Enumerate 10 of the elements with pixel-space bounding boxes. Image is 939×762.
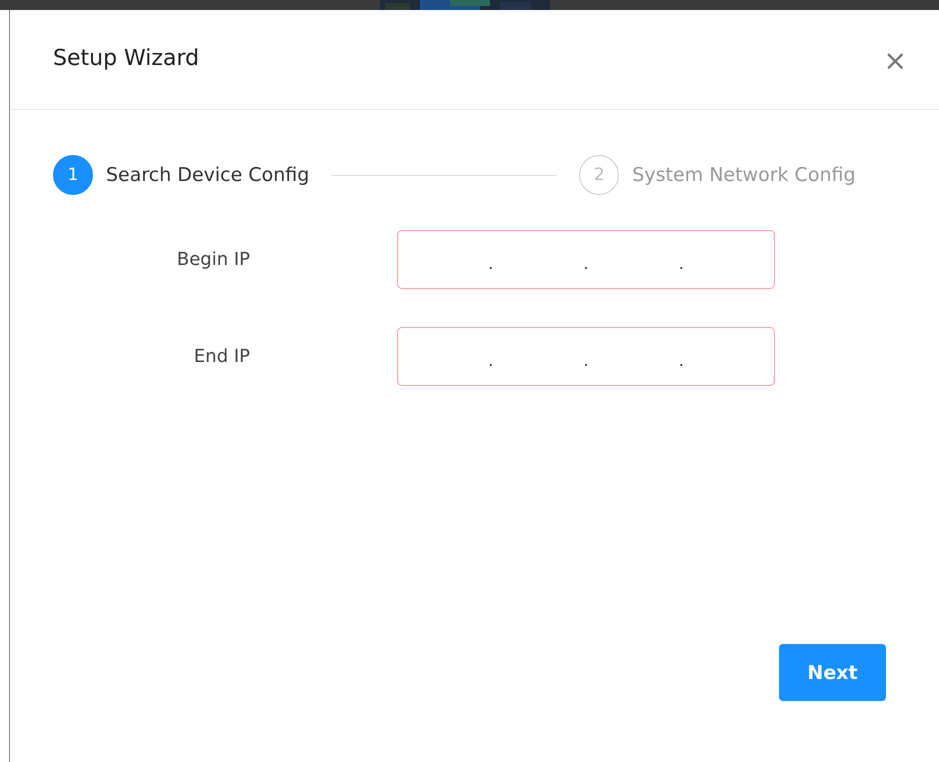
ip-input-field[interactable]: . . . (397, 327, 775, 386)
field-label: Begin IP (176, 249, 250, 270)
window-title: Setup Wizard (53, 46, 200, 71)
ip-input-field[interactable]: . . . (397, 230, 775, 289)
field-label: End IP (192, 346, 250, 367)
close-button[interactable]: × (882, 44, 909, 77)
step-number: 2 (579, 155, 620, 195)
step-label: Search Device Config (106, 164, 310, 186)
step-label: System Network Config (632, 164, 856, 186)
step-number: 1 (53, 155, 93, 195)
